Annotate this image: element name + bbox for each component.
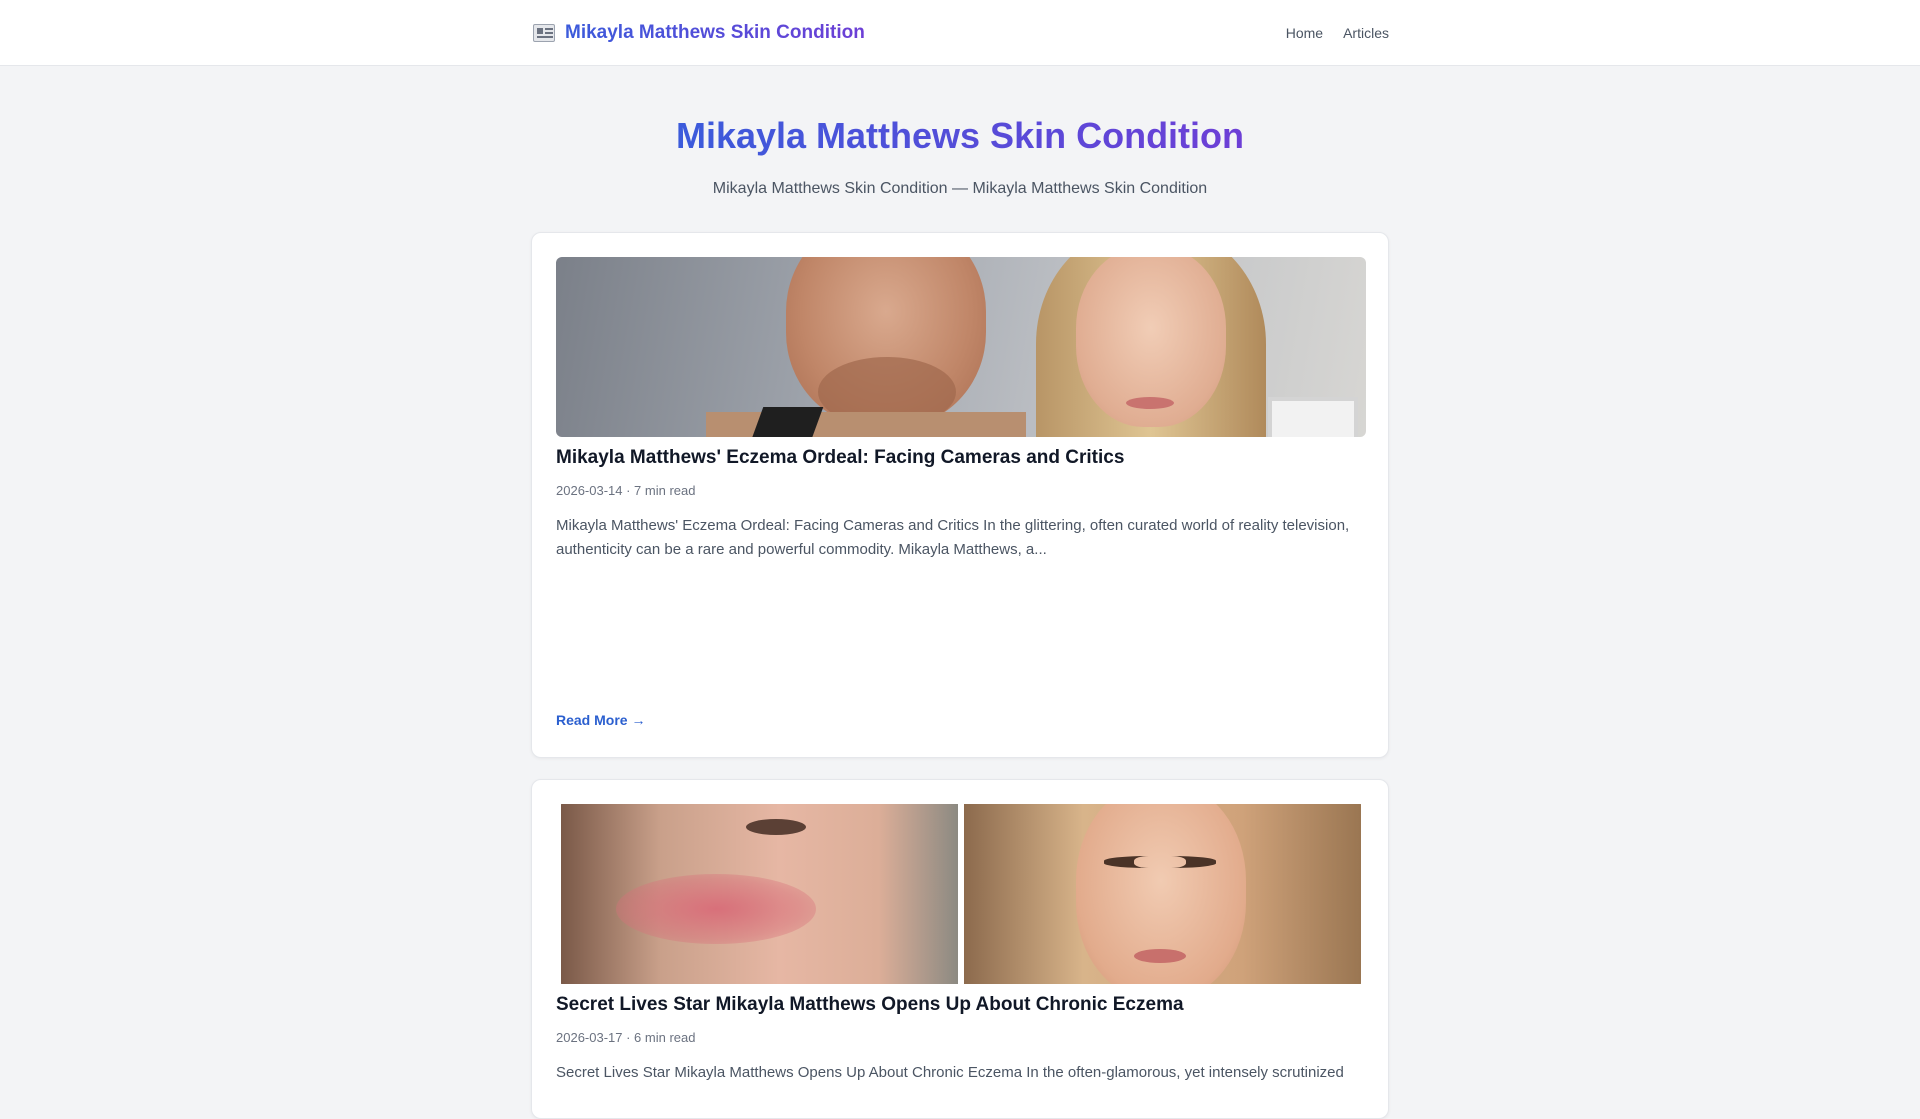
article-excerpt: Mikayla Matthews' Eczema Ordeal: Facing …: [556, 517, 1350, 558]
brand-title: Mikayla Matthews Skin Condition: [565, 22, 865, 43]
navbar-inner: Mikayla Matthews Skin Condition Home Art…: [531, 0, 1389, 66]
read-more-link[interactable]: Read More →: [556, 712, 645, 728]
article-title[interactable]: Mikayla Matthews' Eczema Ordeal: Facing …: [556, 447, 1366, 469]
newspaper-icon: [531, 22, 557, 44]
article-thumbnail[interactable]: [556, 804, 1366, 984]
top-navbar: Mikayla Matthews Skin Condition Home Art…: [0, 0, 1920, 66]
article-card: Secret Lives Star Mikayla Matthews Opens…: [531, 779, 1389, 1119]
nav-link-articles[interactable]: Articles: [1343, 25, 1389, 41]
article-excerpt: Secret Lives Star Mikayla Matthews Opens…: [556, 1064, 1344, 1081]
main-nav: Home Articles: [1286, 25, 1389, 41]
article-thumbnail[interactable]: [556, 257, 1366, 437]
page-subtitle: Mikayla Matthews Skin Condition — Mikayl…: [712, 180, 1208, 197]
article-meta: 2026-03-17 · 6 min read: [556, 1030, 696, 1045]
brand-link[interactable]: Mikayla Matthews Skin Condition: [531, 22, 865, 44]
page-title: Mikayla Matthews Skin Condition: [676, 110, 1244, 162]
article-card: Mikayla Matthews' Eczema Ordeal: Facing …: [531, 232, 1389, 758]
article-title[interactable]: Secret Lives Star Mikayla Matthews Opens…: [556, 994, 1366, 1016]
hero-section: Mikayla Matthews Skin Condition Mikayla …: [0, 110, 1920, 198]
article-meta: 2026-03-14 · 7 min read: [556, 483, 696, 498]
nav-link-home[interactable]: Home: [1286, 25, 1323, 41]
